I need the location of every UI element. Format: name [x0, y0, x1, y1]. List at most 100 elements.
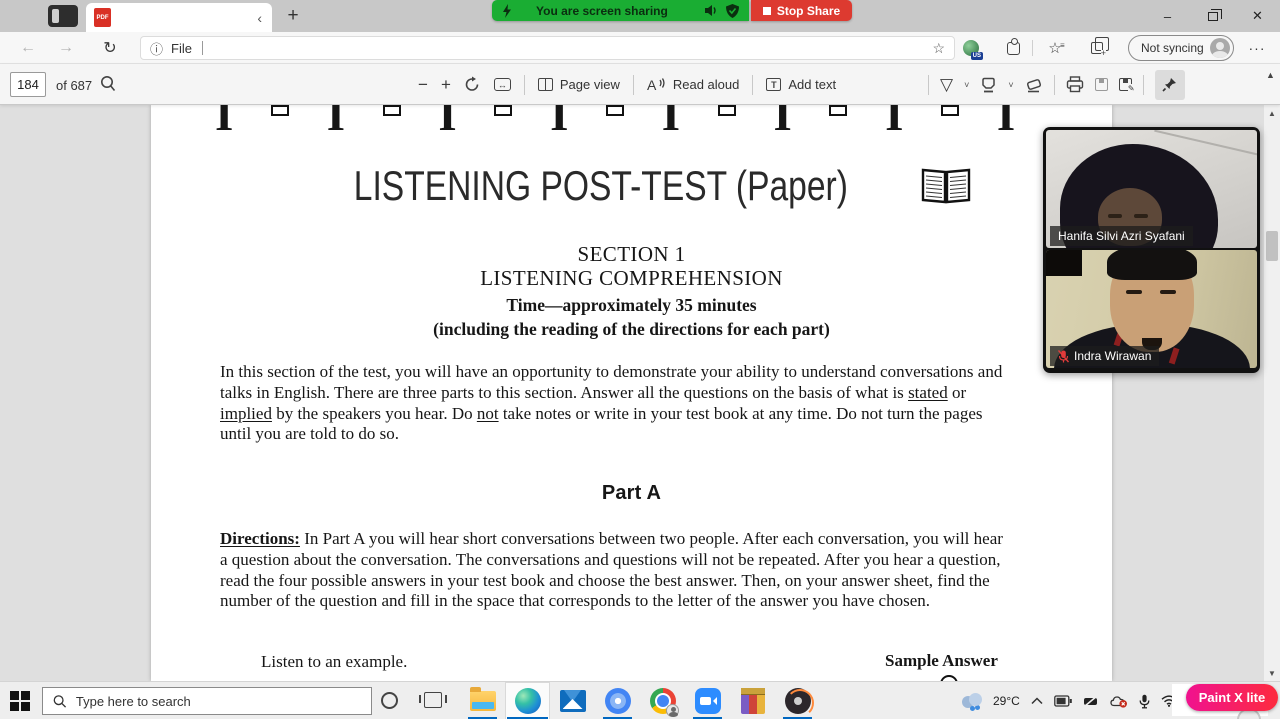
temperature-label[interactable]: 29°C: [993, 694, 1020, 708]
part-a-heading: Part A: [151, 482, 1112, 505]
weather-icon[interactable]: [962, 694, 982, 708]
translate-us-icon[interactable]: US: [958, 36, 984, 60]
fit-width-icon[interactable]: ↔: [494, 78, 511, 91]
read-aloud-button[interactable]: A Read aloud: [647, 77, 740, 92]
bolt-icon: [502, 4, 512, 18]
cutoff-letter-row: IIIIIIII: [215, 105, 1015, 132]
section-subheading: LISTENING COMPREHENSION: [151, 266, 1112, 291]
zoom-out-icon[interactable]: −: [418, 76, 428, 93]
cutoff-letter: I: [662, 105, 680, 132]
toolbar-divider: [928, 75, 929, 95]
scrollbar-thumb[interactable]: [1266, 231, 1278, 261]
browser-toolbar: ← → ↻ ⓘ File ☆ US ☆≡ + Not syncing ···: [0, 32, 1280, 64]
draw-pen-icon[interactable]: ▽: [940, 76, 953, 93]
paint-x-lite-overlay[interactable]: Paint X lite: [1186, 684, 1278, 711]
intro-paragraph: In this section of the test, you will ha…: [220, 362, 1013, 445]
collections-icon[interactable]: +: [1084, 36, 1110, 60]
highlight-icon[interactable]: [980, 77, 997, 93]
pin-toolbar-button[interactable]: [1155, 70, 1185, 100]
address-separator: [202, 41, 203, 55]
zoom-icon[interactable]: [685, 682, 730, 719]
audio-icon[interactable]: [704, 4, 718, 17]
edge-icon[interactable]: [505, 682, 550, 719]
extensions-icon[interactable]: [1000, 36, 1026, 60]
tab-bar: PDF ‹ + You are screen sharing Stop Shar…: [0, 0, 1280, 32]
pin-icon: [1162, 77, 1177, 92]
restore-button[interactable]: [1190, 0, 1235, 32]
dark-corner: [1046, 250, 1082, 276]
cutoff-letter: I: [327, 105, 345, 132]
microphone-icon[interactable]: [1139, 694, 1150, 709]
info-icon[interactable]: ⓘ: [150, 39, 163, 58]
minimize-button[interactable]: –: [1145, 0, 1190, 32]
refresh-icon[interactable]: ↻: [96, 32, 124, 64]
active-tab[interactable]: PDF ‹: [86, 3, 272, 32]
scroll-down-icon[interactable]: ▼: [1264, 665, 1280, 681]
document-title-row: LISTENING POST-TEST (Paper): [151, 162, 1112, 210]
toolbar-divider: [752, 75, 753, 95]
favorites-icon[interactable]: ☆≡: [1042, 36, 1068, 60]
highlight-options-chevron-icon[interactable]: ˅: [1008, 80, 1013, 90]
mail-icon[interactable]: [550, 682, 595, 719]
toolbar-divider: [524, 75, 525, 95]
cortana-icon[interactable]: [381, 692, 398, 709]
zoom-in-icon[interactable]: +: [441, 76, 451, 93]
taskbar-search[interactable]: [42, 687, 372, 715]
pen-slash-icon[interactable]: [1083, 695, 1099, 707]
cutoff-letter: I: [997, 105, 1015, 132]
profile-sync-button[interactable]: Not syncing: [1128, 35, 1234, 61]
winrar-icon[interactable]: [730, 682, 775, 719]
add-text-button[interactable]: T Add text: [766, 77, 836, 92]
toolbar-divider: [1143, 75, 1144, 95]
participant-video-2[interactable]: Indra Wirawan: [1046, 250, 1257, 368]
window-controls: – ✕: [1145, 0, 1280, 32]
settings-menu-icon[interactable]: ···: [1244, 36, 1270, 60]
forward-icon[interactable]: →: [52, 32, 80, 64]
vertical-tabs-button[interactable]: [48, 5, 78, 27]
pdf-toolbar: of 687 − + ↔ Page view A Read aloud T: [0, 64, 1280, 105]
chromium-icon[interactable]: [595, 682, 640, 719]
toolbar-divider: [1032, 40, 1033, 56]
battery-icon[interactable]: [1054, 695, 1072, 707]
start-button-icon[interactable]: [10, 691, 30, 711]
onedrive-error-icon[interactable]: [1110, 695, 1128, 708]
time-note: (including the reading of the directions…: [151, 319, 1112, 340]
tab-collapse-chevron[interactable]: ‹: [255, 10, 264, 26]
open-book-icon: [921, 166, 971, 206]
stop-square-icon: [763, 7, 771, 15]
erase-icon[interactable]: [1025, 77, 1043, 93]
print-icon[interactable]: [1066, 76, 1084, 93]
file-explorer-icon[interactable]: [460, 682, 505, 719]
draw-options-chevron-icon[interactable]: ˅: [964, 80, 969, 90]
stop-share-button[interactable]: Stop Share: [751, 0, 852, 21]
search-icon[interactable]: [100, 75, 116, 93]
page-number-input[interactable]: [10, 72, 46, 97]
taskbar-apps: [460, 682, 820, 719]
svg-text:A: A: [647, 77, 657, 92]
media-player-icon[interactable]: [775, 682, 820, 719]
cutoff-letter: I: [215, 105, 233, 132]
toolbar-divider: [633, 75, 634, 95]
sample-answer-label: Sample Answer: [885, 651, 998, 671]
search-input[interactable]: [76, 694, 361, 709]
chrome-icon[interactable]: [640, 682, 685, 719]
save-as-icon[interactable]: ✎: [1119, 78, 1132, 91]
answer-box: [606, 105, 624, 116]
address-bar[interactable]: ⓘ File ☆: [140, 36, 955, 60]
back-icon[interactable]: ←: [14, 32, 42, 64]
vertical-scrollbar[interactable]: ▲ ▼: [1264, 105, 1280, 681]
scroll-up-icon[interactable]: ▲: [1264, 105, 1280, 121]
tray-chevron-up-icon[interactable]: [1031, 697, 1043, 705]
add-favorite-star-icon[interactable]: ☆: [932, 40, 945, 57]
participant-video-1[interactable]: Hanifa Silvi Azri Syafani: [1046, 130, 1257, 248]
rotate-icon[interactable]: [464, 76, 481, 93]
time-line: Time—approximately 35 minutes: [151, 295, 1112, 316]
new-tab-button[interactable]: +: [280, 4, 306, 28]
close-button[interactable]: ✕: [1235, 0, 1280, 32]
collapse-toolbar-icon[interactable]: ▲: [1266, 70, 1275, 80]
page-view-button[interactable]: Page view: [538, 77, 620, 92]
task-view-icon[interactable]: [424, 692, 442, 708]
answer-box: [941, 105, 959, 116]
taskbar: 29°C: [0, 681, 1280, 719]
security-shield-icon[interactable]: [726, 4, 739, 18]
